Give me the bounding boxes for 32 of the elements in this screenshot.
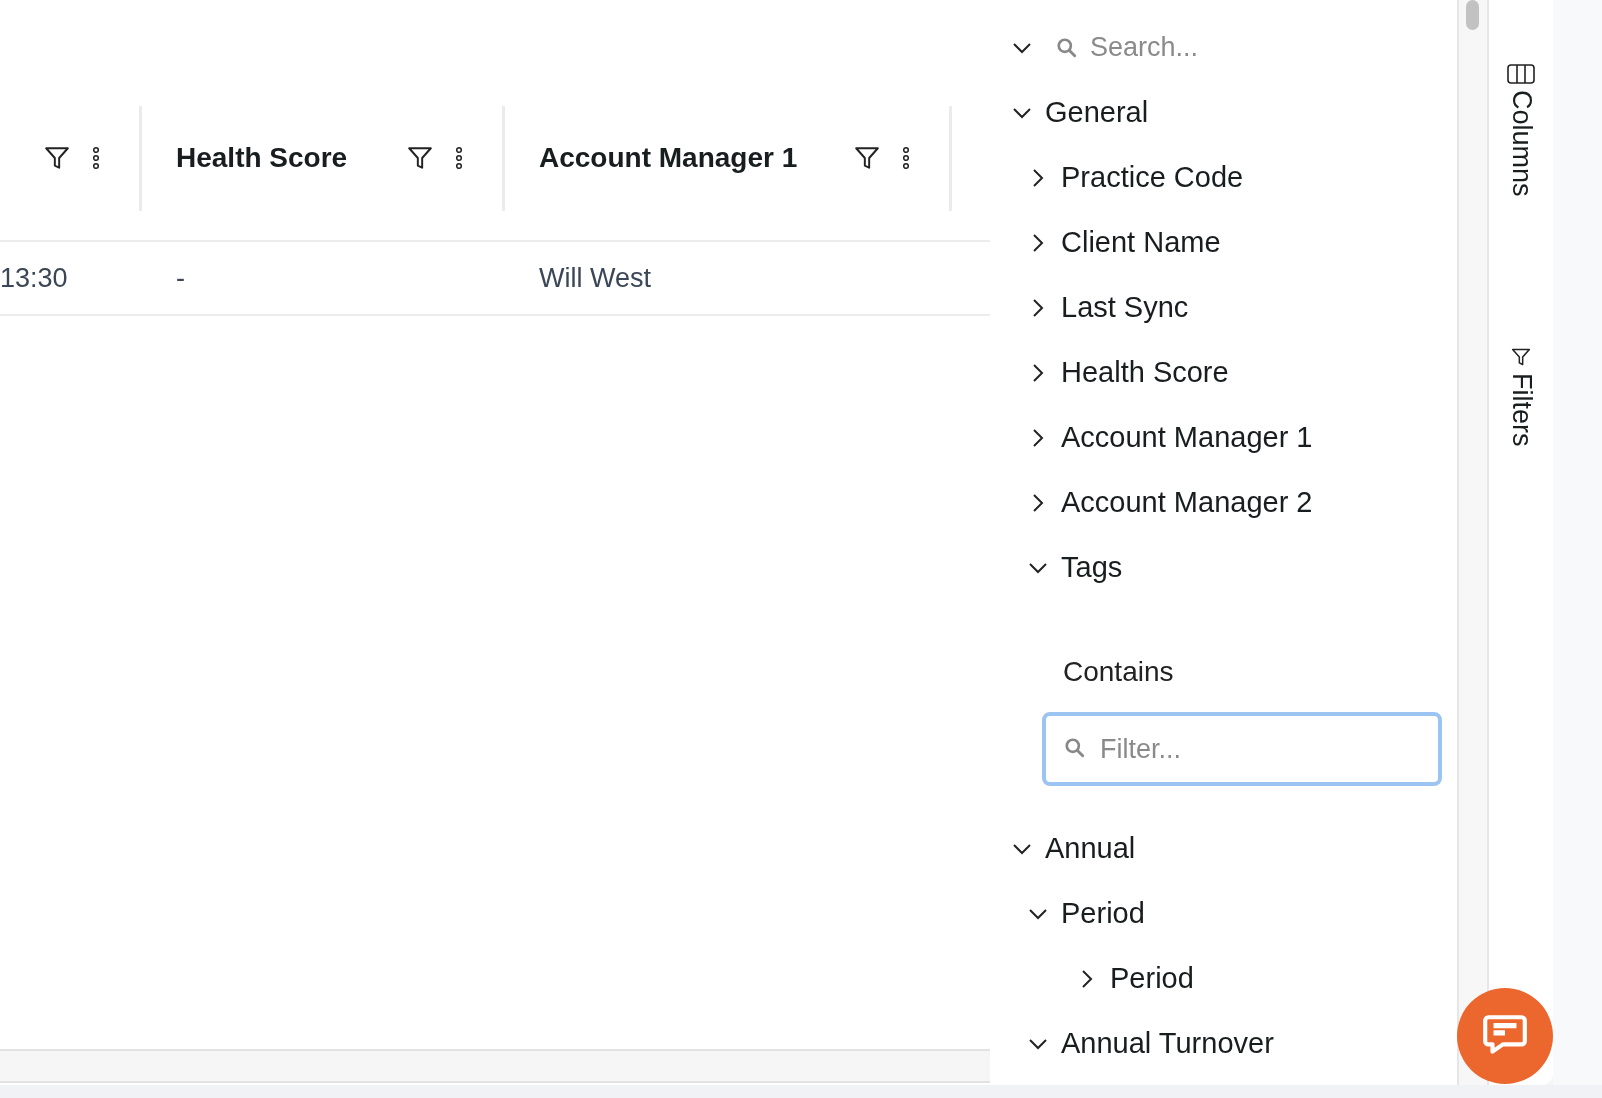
search-icon [1064, 737, 1086, 759]
columns-icon [1507, 64, 1535, 84]
column-group-label[interactable]: Tags [1061, 551, 1123, 584]
table-cell: 13:30 [0, 262, 68, 293]
column-group-label[interactable]: General [1045, 96, 1149, 129]
table-cell: - [176, 262, 185, 293]
column-group-label[interactable]: Health Score [1061, 356, 1229, 389]
more-menu-icon[interactable] [902, 146, 910, 170]
filter-input[interactable]: Filter... [1042, 712, 1442, 786]
column-group-label[interactable]: Period [1061, 897, 1145, 930]
column-group-label[interactable]: Period [1110, 962, 1194, 995]
column-header[interactable]: Health Score [176, 142, 348, 174]
search-icon [1056, 36, 1078, 59]
horizontal-scrollbar[interactable] [0, 1049, 990, 1083]
table-cell: Will West [539, 262, 651, 293]
column-group-label[interactable]: Account Manager 1 [1061, 421, 1313, 454]
column-group-label[interactable]: Practice Code [1061, 161, 1244, 194]
filter-icon[interactable] [44, 145, 70, 171]
column-group-label[interactable]: Account Manager 2 [1061, 486, 1313, 519]
filter-condition-label: Contains [1063, 656, 1175, 688]
filter-icon[interactable] [854, 145, 880, 171]
more-menu-icon[interactable] [455, 146, 463, 170]
column-group-label[interactable]: Client Name [1061, 226, 1221, 259]
search-field[interactable]: Search... [1090, 32, 1350, 63]
column-group-label[interactable]: Annual [1045, 832, 1136, 865]
column-group-label[interactable]: Annual Turnover [1061, 1027, 1274, 1060]
more-menu-icon[interactable] [92, 146, 100, 170]
column-header[interactable]: Account Manager 1 [539, 142, 798, 174]
column-group-label[interactable]: Last Sync [1061, 291, 1189, 324]
side-tab[interactable]: Filters [1505, 346, 1537, 447]
side-tab[interactable]: Columns [1505, 64, 1537, 197]
filter-icon[interactable] [407, 145, 433, 171]
